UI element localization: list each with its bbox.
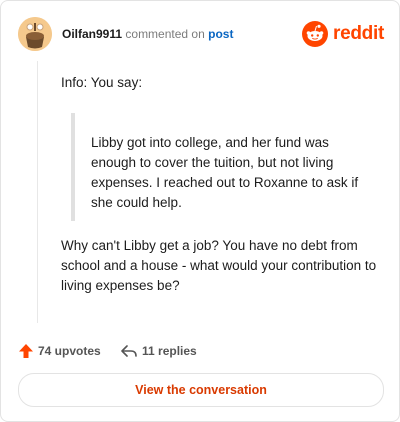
avatar-icon: [18, 17, 52, 51]
comment-header: Oilfan9911 commented on post reddit: [18, 17, 384, 51]
username[interactable]: Oilfan9911: [62, 27, 122, 41]
byline: Oilfan9911 commented on post: [62, 27, 233, 41]
thread-line: [37, 61, 38, 323]
post-link[interactable]: post: [208, 27, 233, 41]
view-conversation-button[interactable]: View the conversation: [18, 373, 384, 407]
avatar[interactable]: [18, 17, 52, 51]
comment-intro: Info: You say:: [61, 75, 143, 90]
blockquote: Libby got into college, and her fund was…: [71, 113, 365, 221]
reddit-logo-icon: [302, 21, 329, 47]
comment-actions: 74 upvotes 11 replies: [18, 341, 384, 361]
comment-card: Oilfan9911 commented on post reddit Info…: [0, 0, 400, 422]
upvote-arrow-icon: [19, 344, 33, 358]
reddit-wordmark: reddit: [333, 23, 384, 44]
comment-reply-text: Why can't Libby get a job? You have no d…: [61, 238, 377, 293]
reddit-logo[interactable]: reddit: [302, 21, 384, 47]
reply-count: 11 replies: [142, 344, 197, 358]
upvote-button[interactable]: 74 upvotes: [18, 341, 101, 361]
upvote-count: 74 upvotes: [38, 344, 101, 358]
replies-button[interactable]: 11 replies: [120, 341, 197, 361]
reply-arrow-icon: [121, 345, 137, 357]
blockquote-text: Libby got into college, and her fund was…: [91, 135, 359, 210]
byline-verb: commented on: [125, 27, 205, 41]
